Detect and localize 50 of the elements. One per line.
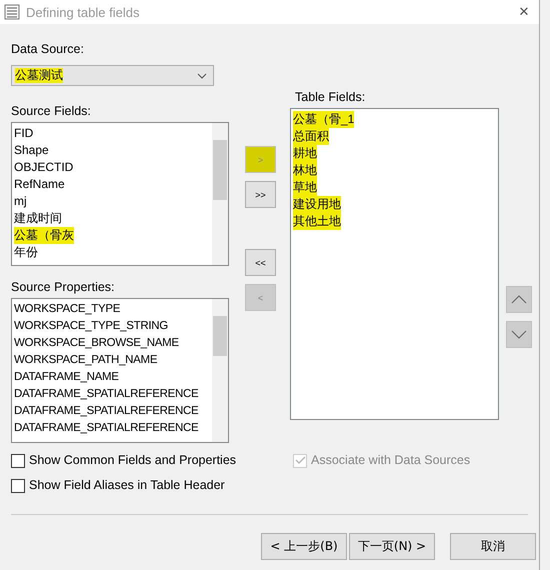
- list-item[interactable]: WORKSPACE_PATH_NAME: [14, 352, 158, 369]
- move-down-button[interactable]: [506, 321, 532, 348]
- list-item[interactable]: 其他土地: [293, 213, 341, 230]
- list-item[interactable]: WORKSPACE_TYPE: [14, 301, 120, 318]
- list-item[interactable]: 草地: [293, 179, 317, 196]
- list-item[interactable]: Shape: [14, 142, 49, 159]
- chevron-down-icon: [511, 330, 527, 339]
- list-item[interactable]: 建设用地: [293, 196, 341, 213]
- list-item[interactable]: WORKSPACE_BROWSE_NAME: [14, 335, 179, 352]
- dialog-button[interactable]: 取消: [450, 533, 536, 560]
- table-icon: [4, 4, 20, 20]
- list-item[interactable]: OBJECTID: [14, 159, 74, 176]
- add-field-button[interactable]: >>: [245, 181, 276, 208]
- list-item[interactable]: 建成时间: [14, 210, 62, 227]
- list-item[interactable]: FID: [14, 125, 34, 142]
- list-item[interactable]: mj: [14, 193, 27, 210]
- field-label: Source Fields:: [11, 104, 92, 119]
- window-title: Defining table fields: [26, 4, 140, 20]
- list-item[interactable]: 公墓（骨灰: [14, 227, 74, 244]
- list-item[interactable]: 年份: [14, 244, 38, 261]
- field-label: Source Properties:: [11, 280, 116, 295]
- list-item[interactable]: RefName: [14, 176, 65, 193]
- source-properties-list[interactable]: WORKSPACE_TYPE WORKSPACE_TYPE_STRING WORKSPACE_BROWSE_NAME WORKSPACE_PATH_NAME DATAFRAME_NAME DATAFRAME_SPATIALREFERENCE DATAFRAME_SPATIALREFERENCE DATAFRAME_SPATIALREFERENCE: [11, 298, 229, 443]
- move-up-button[interactable]: [506, 286, 532, 313]
- data-source-dropdown[interactable]: 公墓测试: [11, 65, 214, 86]
- list-item[interactable]: WORKSPACE_TYPE_STRING: [14, 318, 168, 335]
- close-button[interactable]: ✕: [509, 4, 539, 20]
- dropdown-value: 公墓测试: [15, 68, 63, 83]
- source-fields-list[interactable]: FID Shape OBJECTID RefName mj 建成时间 公墓（骨灰 年份: [11, 122, 229, 266]
- field-label: Data Source:: [11, 42, 85, 57]
- field-label: Table Fields:: [295, 90, 366, 105]
- table-fields-list[interactable]: 公墓（骨_1 总面积 耕地 林地 草地 建设用地 其他土地: [290, 108, 499, 420]
- option-checkbox[interactable]: Show Field Aliases in Table Header: [11, 477, 225, 494]
- list-item[interactable]: 林地: [293, 162, 317, 179]
- list-item[interactable]: 公墓（骨_1: [293, 111, 354, 128]
- remove-field-button[interactable]: <<: [245, 249, 276, 276]
- list-item[interactable]: DATAFRAME_SPATIALREFERENCE: [14, 386, 198, 403]
- list-item[interactable]: DATAFRAME_SPATIALREFERENCE: [14, 403, 198, 420]
- list-item[interactable]: DATAFRAME_SPATIALREFERENCE: [14, 420, 198, 437]
- dialog-button[interactable]: < 上一步(B): [261, 533, 347, 560]
- scrollbar[interactable]: [212, 299, 228, 442]
- dialog-button[interactable]: 下一页(N) >: [349, 533, 435, 560]
- option-checkbox[interactable]: Show Common Fields and Properties: [11, 452, 236, 469]
- checkmark-icon: [294, 456, 306, 465]
- list-item[interactable]: DATAFRAME_NAME: [14, 369, 119, 386]
- list-item[interactable]: 耕地: [293, 145, 317, 162]
- chevron-down-icon: [197, 72, 207, 78]
- scrollbar[interactable]: [212, 123, 228, 265]
- list-item[interactable]: 总面积: [293, 128, 329, 145]
- chevron-up-icon: [511, 295, 527, 304]
